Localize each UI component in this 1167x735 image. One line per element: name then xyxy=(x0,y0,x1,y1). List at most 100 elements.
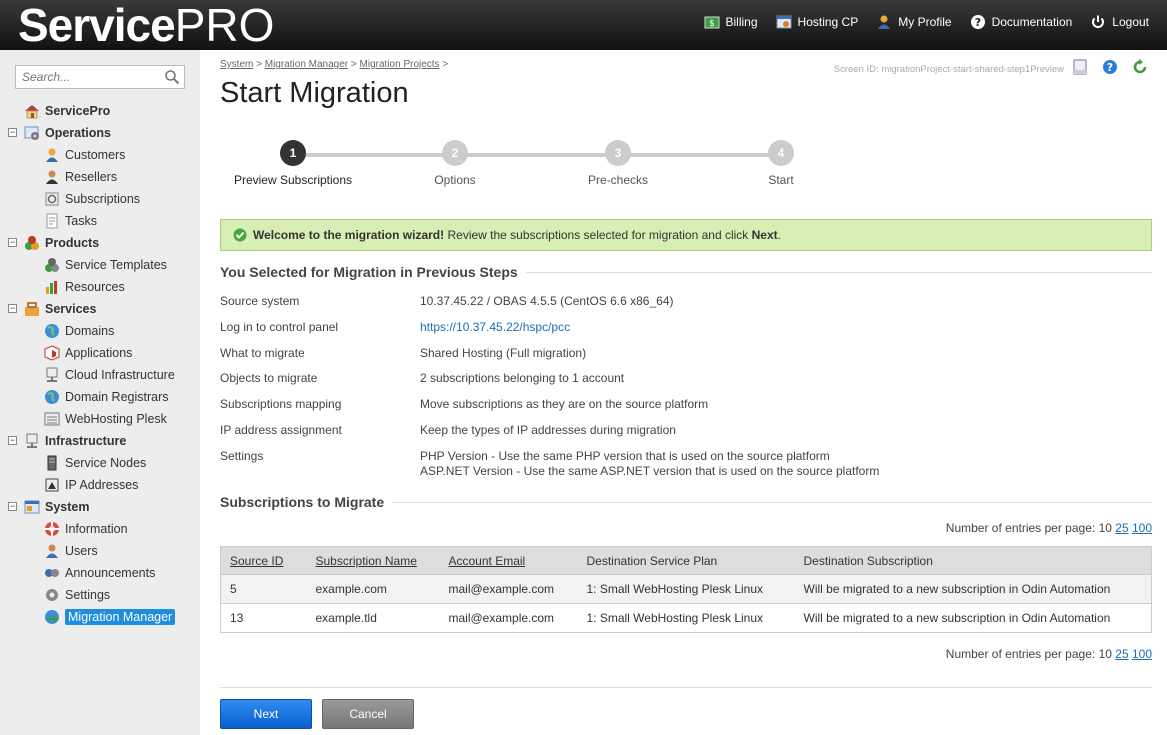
nav-documentation[interactable]: ? Documentation xyxy=(970,14,1072,30)
tree-section-products[interactable]: − Products xyxy=(0,232,200,254)
service-templates-icon xyxy=(44,257,60,273)
nav-logout[interactable]: Logout xyxy=(1090,14,1149,30)
wizard-steps: 1 Preview Subscriptions 2 Options 3 Pre-… xyxy=(220,140,820,190)
subscription-icon xyxy=(44,191,60,207)
tree-item-applications[interactable]: Applications xyxy=(0,342,200,364)
tree-item-information[interactable]: Information xyxy=(0,518,200,540)
nav-my-profile[interactable]: My Profile xyxy=(876,14,952,30)
svg-text:?: ? xyxy=(974,16,980,29)
hosting-cp-icon xyxy=(776,14,792,30)
tree-item-customers[interactable]: Customers xyxy=(0,144,200,166)
tree-section-system[interactable]: − System xyxy=(0,496,200,518)
tree-item-announcements[interactable]: Announcements xyxy=(0,562,200,584)
breadcrumb-separator: > xyxy=(442,59,449,70)
next-button[interactable]: Next xyxy=(220,699,312,729)
col-subscription-name[interactable]: Subscription Name xyxy=(306,546,440,575)
table-header-row: Source ID Subscription Name Account Emai… xyxy=(220,546,1152,575)
summary-value: Shared Hosting (Full migration) xyxy=(420,346,587,360)
server-icon xyxy=(44,455,60,471)
tree-item-cloud-infrastructure[interactable]: Cloud Infrastructure xyxy=(0,364,200,386)
breadcrumb-migration-projects[interactable]: Migration Projects xyxy=(360,59,440,70)
message-text: Review the subscriptions selected for mi… xyxy=(444,228,752,242)
services-icon xyxy=(24,301,40,317)
cell-account-email: mail@example.com xyxy=(439,603,578,633)
tree-item-label: Applications xyxy=(65,346,133,360)
profile-icon xyxy=(876,14,892,30)
pager-25-link[interactable]: 25 xyxy=(1115,521,1128,535)
tree-item-service-templates[interactable]: Service Templates xyxy=(0,254,200,276)
tree-item-label: Information xyxy=(65,522,128,536)
search-icon[interactable] xyxy=(164,69,180,88)
pager-top: Number of entries per page: 10 25 100 xyxy=(946,521,1152,535)
nav-billing-label: Billing xyxy=(725,15,758,29)
step-options: 2 Options xyxy=(385,140,525,187)
sidebar-search xyxy=(15,65,185,89)
tree-section-infrastructure[interactable]: − Infrastructure xyxy=(0,430,200,452)
tree-item-label: ServicePro xyxy=(45,104,111,118)
refresh-icon[interactable] xyxy=(1132,59,1148,78)
tree-section-operations[interactable]: − Operations xyxy=(0,122,200,144)
tree-item-ip-addresses[interactable]: IP Addresses xyxy=(0,474,200,496)
tree-item-webhosting-plesk[interactable]: WebHosting Plesk xyxy=(0,408,200,430)
control-panel-link[interactable]: https://10.37.45.22/hspc/pcc xyxy=(420,320,570,334)
pager-10: 10 xyxy=(1098,521,1112,535)
section-title-text: Subscriptions to Migrate xyxy=(220,494,385,510)
summary-value: Move subscriptions as they are on the so… xyxy=(420,397,709,411)
tree-item-users[interactable]: Users xyxy=(0,540,200,562)
search-input[interactable] xyxy=(16,66,156,88)
tree-item-domains[interactable]: Domains xyxy=(0,320,200,342)
cell-destination-plan: 1: Small WebHosting Plesk Linux xyxy=(577,574,795,604)
screen-id: Screen ID: migrationProject-start-shared… xyxy=(833,64,1064,75)
footer-divider xyxy=(220,687,1152,688)
app-logo[interactable]: ServicePRO xyxy=(18,2,274,48)
table-row: 5 example.com mail@example.com 1: Small … xyxy=(220,574,1152,604)
summary-value: 2 subscriptions belonging to 1 account xyxy=(420,371,625,385)
col-source-id[interactable]: Source ID xyxy=(220,546,307,575)
summary-label: Subscriptions mapping xyxy=(220,397,342,411)
cancel-button[interactable]: Cancel xyxy=(322,699,414,729)
pager-bottom: Number of entries per page: 10 25 100 xyxy=(946,647,1152,661)
tree-item-migration-manager[interactable]: Migration Manager xyxy=(0,606,200,628)
nav-hosting-cp[interactable]: Hosting CP xyxy=(776,14,858,30)
globe-icon xyxy=(44,323,60,339)
sidebar: ServicePro − Operations Customers Resell… xyxy=(0,50,200,735)
breadcrumb-system[interactable]: System xyxy=(220,59,253,70)
step-number: 4 xyxy=(768,140,794,166)
page-title: Start Migration xyxy=(220,77,409,109)
pager-25-link[interactable]: 25 xyxy=(1115,647,1128,661)
collapse-toggle[interactable]: − xyxy=(8,502,17,511)
tree-item-tasks[interactable]: Tasks xyxy=(0,210,200,232)
collapse-toggle[interactable]: − xyxy=(8,128,17,137)
message-next-emphasis: Next xyxy=(751,228,778,242)
collapse-toggle[interactable]: − xyxy=(8,304,17,313)
tree-item-domain-registrars[interactable]: Domain Registrars xyxy=(0,386,200,408)
tree-section-services[interactable]: − Services xyxy=(0,298,200,320)
collapse-toggle[interactable]: − xyxy=(8,238,17,247)
tree-item-label: Migration Manager xyxy=(65,609,176,625)
section-subscriptions-title: Subscriptions to Migrate xyxy=(220,494,1152,510)
breadcrumb-migration-manager[interactable]: Migration Manager xyxy=(265,59,348,70)
resources-icon xyxy=(44,279,60,295)
help-icon[interactable]: ? xyxy=(1102,59,1118,78)
tree-item-label: Subscriptions xyxy=(65,192,141,206)
logo-text-light: PRO xyxy=(174,0,275,51)
tree-item-label: Resources xyxy=(65,280,125,294)
cell-destination-subscription: Will be migrated to a new subscription i… xyxy=(794,603,1152,633)
col-account-email[interactable]: Account Email xyxy=(439,546,578,575)
tree-item-label: Service Nodes xyxy=(65,456,147,470)
tree-item-service-nodes[interactable]: Service Nodes xyxy=(0,452,200,474)
collapse-toggle[interactable]: − xyxy=(8,436,17,445)
print-icon[interactable] xyxy=(1072,59,1088,78)
breadcrumb: System > Migration Manager > Migration P… xyxy=(220,59,448,70)
tree-section-label: Services xyxy=(45,302,97,316)
tree-item-settings[interactable]: Settings xyxy=(0,584,200,606)
nav-billing[interactable]: $ Billing xyxy=(704,14,758,30)
help-icon: ? xyxy=(970,14,986,30)
pager-100-link[interactable]: 100 xyxy=(1132,521,1152,535)
pager-100-link[interactable]: 100 xyxy=(1132,647,1152,661)
tree-item-resellers[interactable]: Resellers xyxy=(0,166,200,188)
tree-item-subscriptions[interactable]: Subscriptions xyxy=(0,188,200,210)
tree-item-resources[interactable]: Resources xyxy=(0,276,200,298)
tree-item-servicepro[interactable]: ServicePro xyxy=(0,100,200,122)
applications-icon xyxy=(44,345,60,361)
